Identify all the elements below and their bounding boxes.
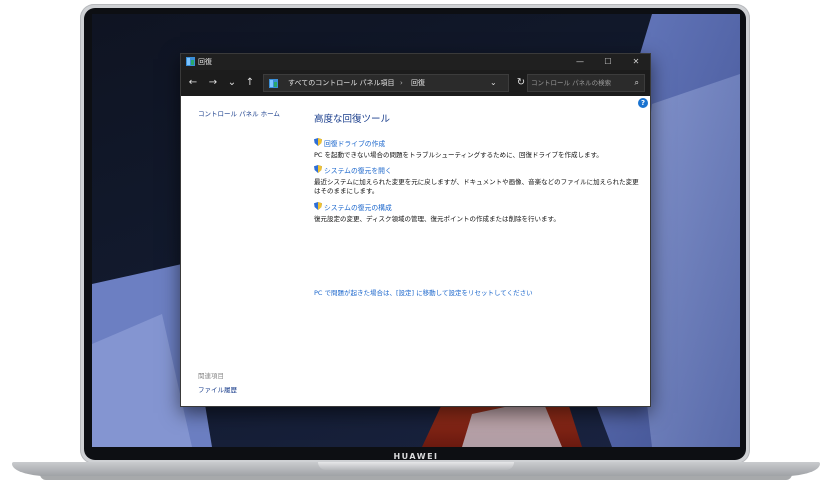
configure-system-restore-description: 復元設定の変更、ディスク領域の管理、復元ポイントの作成または削除を行います。 — [314, 215, 560, 223]
configure-system-restore-label: システムの復元の構成 — [324, 204, 392, 212]
tool-open-system-restore: システムの復元を開く 最近システムに加えられた変更を元に戻しますが、ドキュメント… — [314, 165, 644, 196]
close-button[interactable]: ✕ — [622, 54, 650, 70]
title-bar: 回復 — ☐ ✕ — [181, 54, 650, 70]
tool-create-recovery-drive: 回復ドライブの作成 PC を起動できない場合の問題をトラブルシューティングするた… — [314, 138, 644, 160]
breadcrumb-all-items[interactable]: すべてのコントロール パネル項目 — [288, 75, 394, 91]
laptop-hinge-notch — [318, 462, 514, 470]
control-panel-icon — [186, 57, 195, 66]
control-panel-icon — [269, 79, 278, 88]
control-panel-home-link[interactable]: コントロール パネル ホーム — [198, 108, 280, 118]
create-recovery-drive-label: 回復ドライブの作成 — [324, 140, 386, 148]
open-system-restore-label: システムの復元を開く — [324, 167, 392, 175]
page-title: 高度な回復ツール — [314, 114, 391, 125]
shield-icon — [314, 202, 322, 210]
open-system-restore-link[interactable]: システムの復元を開く — [314, 165, 644, 175]
file-history-link[interactable]: ファイル履歴 — [198, 384, 237, 394]
search-icon[interactable]: ⌕ — [635, 75, 639, 91]
tool-configure-system-restore: システムの復元の構成 復元設定の変更、ディスク領域の管理、復元ポイントの作成また… — [314, 202, 644, 224]
reset-pc-settings-link[interactable]: PC で問題が起きた場合は、[設定] に移動して設定をリセットしてください — [314, 287, 533, 297]
content-area: ? コントロール パネル ホーム 関連項目 ファイル履歴 高度な回復ツール 回復… — [181, 96, 650, 406]
help-icon[interactable]: ? — [638, 98, 648, 108]
back-button[interactable]: ← — [186, 76, 200, 90]
open-system-restore-description: 最近システムに加えられた変更を元に戻しますが、ドキュメントや画像、音楽などのファ… — [314, 178, 639, 195]
shield-icon — [314, 165, 322, 173]
search-placeholder: コントロール パネルの検索 — [531, 79, 612, 87]
address-dropdown-icon[interactable]: ⌄ — [490, 75, 497, 91]
control-panel-window: 回復 — ☐ ✕ ← → ⌄ ↑ すべてのコントロール パネル項目 › 回復 ⌄… — [180, 53, 651, 407]
address-toolbar: ← → ⌄ ↑ すべてのコントロール パネル項目 › 回復 ⌄ ↻ コントロール… — [181, 70, 650, 96]
create-recovery-drive-link[interactable]: 回復ドライブの作成 — [314, 138, 644, 148]
refresh-button[interactable]: ↻ — [514, 76, 528, 90]
brand-logo: HUAWEI — [393, 452, 439, 461]
forward-button[interactable]: → — [206, 76, 220, 90]
related-items-heading: 関連項目 — [198, 372, 224, 380]
minimize-button[interactable]: — — [566, 54, 594, 70]
recent-locations-button[interactable]: ⌄ — [225, 76, 239, 90]
breadcrumb-recovery[interactable]: 回復 — [411, 75, 425, 91]
search-input[interactable]: コントロール パネルの検索 ⌕ — [527, 74, 645, 92]
address-bar[interactable]: すべてのコントロール パネル項目 › 回復 ⌄ — [263, 74, 509, 92]
window-title: 回復 — [198, 58, 212, 66]
shield-icon — [314, 138, 322, 146]
maximize-button[interactable]: ☐ — [594, 54, 622, 70]
up-button[interactable]: ↑ — [243, 76, 257, 90]
configure-system-restore-link[interactable]: システムの復元の構成 — [314, 202, 644, 212]
create-recovery-drive-description: PC を起動できない場合の問題をトラブルシューティングするために、回復ドライブを… — [314, 151, 603, 159]
breadcrumb-separator-icon[interactable]: › — [400, 75, 403, 91]
